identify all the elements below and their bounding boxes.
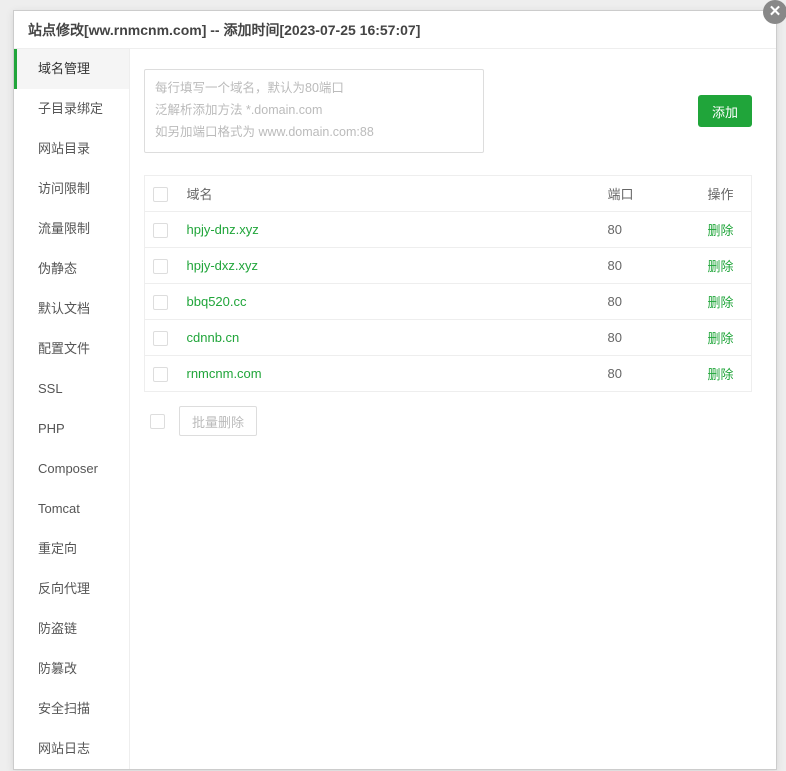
delete-link[interactable]: 删除 [708, 367, 734, 382]
row-checkbox[interactable] [153, 259, 168, 274]
sidebar-item-3[interactable]: 访问限制 [14, 169, 129, 209]
sidebar-item-1[interactable]: 子目录绑定 [14, 89, 129, 129]
domain-link[interactable]: hpjy-dnz.xyz [187, 222, 259, 237]
delete-link[interactable]: 删除 [708, 331, 734, 346]
sidebar-item-5[interactable]: 伪静态 [14, 249, 129, 289]
dialog-title: 站点修改[ww.rnmcnm.com] -- 添加时间[2023-07-25 1… [14, 11, 776, 49]
domain-table: 域名 端口 操作 hpjy-dnz.xyz 80 删除 hpjy-dxz.xyz 80 删… [144, 175, 752, 392]
domain-link[interactable]: rnmcnm.com [187, 366, 262, 381]
sidebar-item-7[interactable]: 配置文件 [14, 329, 129, 369]
sidebar-item-2[interactable]: 网站目录 [14, 129, 129, 169]
row-checkbox[interactable] [153, 295, 168, 310]
sidebar-item-0[interactable]: 域名管理 [14, 49, 129, 89]
table-row: hpjy-dxz.xyz 80 删除 [145, 248, 752, 284]
sidebar-item-10[interactable]: Composer [14, 449, 129, 489]
sidebar-item-13[interactable]: 反向代理 [14, 569, 129, 609]
add-button[interactable]: 添加 [698, 95, 752, 127]
close-icon[interactable]: ✕ [763, 0, 786, 24]
col-header-domain: 域名 [179, 176, 600, 212]
sidebar-item-14[interactable]: 防盗链 [14, 609, 129, 649]
sidebar-item-8[interactable]: SSL [14, 369, 129, 409]
domain-link[interactable]: bbq520.cc [187, 294, 247, 309]
select-all-checkbox[interactable] [153, 187, 168, 202]
table-row: cdnnb.cn 80 删除 [145, 320, 752, 356]
table-row: rnmcnm.com 80 删除 [145, 356, 752, 392]
table-row: bbq520.cc 80 删除 [145, 284, 752, 320]
sidebar: 域名管理子目录绑定网站目录访问限制流量限制伪静态默认文档配置文件SSLPHPCo… [14, 49, 130, 769]
delete-link[interactable]: 删除 [708, 259, 734, 274]
row-checkbox[interactable] [153, 367, 168, 382]
col-header-port: 端口 [600, 176, 700, 212]
port-cell: 80 [600, 284, 700, 320]
delete-link[interactable]: 删除 [708, 295, 734, 310]
sidebar-item-11[interactable]: Tomcat [14, 489, 129, 529]
row-checkbox[interactable] [153, 223, 168, 238]
delete-link[interactable]: 删除 [708, 223, 734, 238]
port-cell: 80 [600, 248, 700, 284]
domain-input[interactable] [144, 69, 484, 153]
port-cell: 80 [600, 356, 700, 392]
domain-link[interactable]: hpjy-dxz.xyz [187, 258, 259, 273]
sidebar-item-17[interactable]: 网站日志 [14, 729, 129, 769]
table-row: hpjy-dnz.xyz 80 删除 [145, 212, 752, 248]
sidebar-item-6[interactable]: 默认文档 [14, 289, 129, 329]
content-pane: 添加 域名 端口 操作 hpjy-dnz.xyz80删除hpjy-dxz.xyz… [130, 49, 776, 769]
sidebar-item-4[interactable]: 流量限制 [14, 209, 129, 249]
batch-delete-button[interactable]: 批量删除 [179, 406, 257, 436]
col-header-action: 操作 [700, 176, 752, 212]
sidebar-item-9[interactable]: PHP [14, 409, 129, 449]
sidebar-item-16[interactable]: 安全扫描 [14, 689, 129, 729]
footer-select-all-checkbox[interactable] [150, 414, 165, 429]
sidebar-item-15[interactable]: 防篡改 [14, 649, 129, 689]
port-cell: 80 [600, 320, 700, 356]
sidebar-item-12[interactable]: 重定向 [14, 529, 129, 569]
port-cell: 80 [600, 212, 700, 248]
row-checkbox[interactable] [153, 331, 168, 346]
site-edit-dialog: ✕ 站点修改[ww.rnmcnm.com] -- 添加时间[2023-07-25… [13, 10, 777, 770]
domain-link[interactable]: cdnnb.cn [187, 330, 240, 345]
